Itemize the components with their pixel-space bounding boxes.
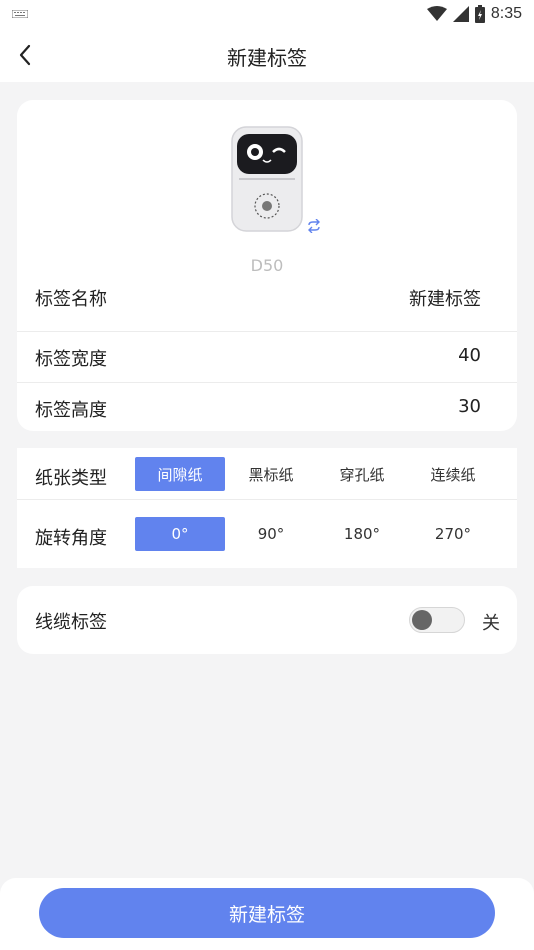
page-title: 新建标签 — [227, 46, 307, 70]
paper-type-option-perforated[interactable]: 穿孔纸 — [317, 457, 407, 491]
status-time: 8:35 — [490, 5, 522, 22]
wifi-icon — [426, 6, 447, 21]
paper-type-option-continuous[interactable]: 连续纸 — [408, 457, 498, 491]
label-width-title: 标签宽度 — [35, 349, 107, 370]
rotation-option-90[interactable]: 90° — [226, 517, 316, 551]
label-name-value: 新建标签 — [409, 289, 481, 310]
app-bar: 新建标签 — [0, 28, 534, 82]
keyboard-icon — [12, 10, 28, 18]
paper-type-label: 纸张类型 — [35, 468, 107, 489]
cable-label-title: 线缆标签 — [35, 612, 107, 633]
label-height-value: 30 — [458, 396, 481, 417]
label-name-row[interactable]: 标签名称 新建标签 — [17, 282, 517, 330]
rotation-row: 旋转角度 0° 90° 180° 270° — [17, 508, 517, 568]
rotation-option-0[interactable]: 0° — [135, 517, 225, 551]
toggle-knob — [412, 610, 432, 630]
printer-cat-face-image[interactable] — [231, 126, 303, 232]
label-name-title: 标签名称 — [35, 289, 107, 310]
label-width-value: 40 — [458, 345, 481, 366]
print-options-card: 纸张类型 间隙纸 黑标纸 穿孔纸 连续纸 旋转角度 0° 90° 180° 27… — [17, 448, 517, 568]
battery-icon — [474, 5, 485, 23]
label-height-title: 标签高度 — [35, 400, 107, 421]
create-label-button[interactable]: 新建标签 — [39, 888, 495, 938]
signal-icon — [452, 6, 469, 22]
cable-label-state: 关 — [482, 613, 500, 634]
label-width-row[interactable]: 标签宽度 40 — [17, 332, 517, 382]
label-info-card: D50 标签名称 新建标签 标签宽度 40 标签高度 30 — [17, 100, 517, 431]
paper-type-option-black-mark[interactable]: 黑标纸 — [226, 457, 316, 491]
bottom-panel: 新建标签 — [0, 878, 534, 950]
rotation-label: 旋转角度 — [35, 528, 107, 549]
cable-label-card: 线缆标签 关 — [17, 586, 517, 654]
refresh-icon[interactable] — [307, 219, 321, 233]
status-bar: 8:35 — [0, 0, 534, 28]
label-height-row[interactable]: 标签高度 30 — [17, 383, 517, 431]
divider — [17, 499, 517, 500]
paper-type-option-gap[interactable]: 间隙纸 — [135, 457, 225, 491]
cable-label-toggle[interactable] — [409, 607, 465, 633]
rotation-option-270[interactable]: 270° — [408, 517, 498, 551]
rotation-option-180[interactable]: 180° — [317, 517, 407, 551]
device-model-label: D50 — [250, 256, 284, 275]
